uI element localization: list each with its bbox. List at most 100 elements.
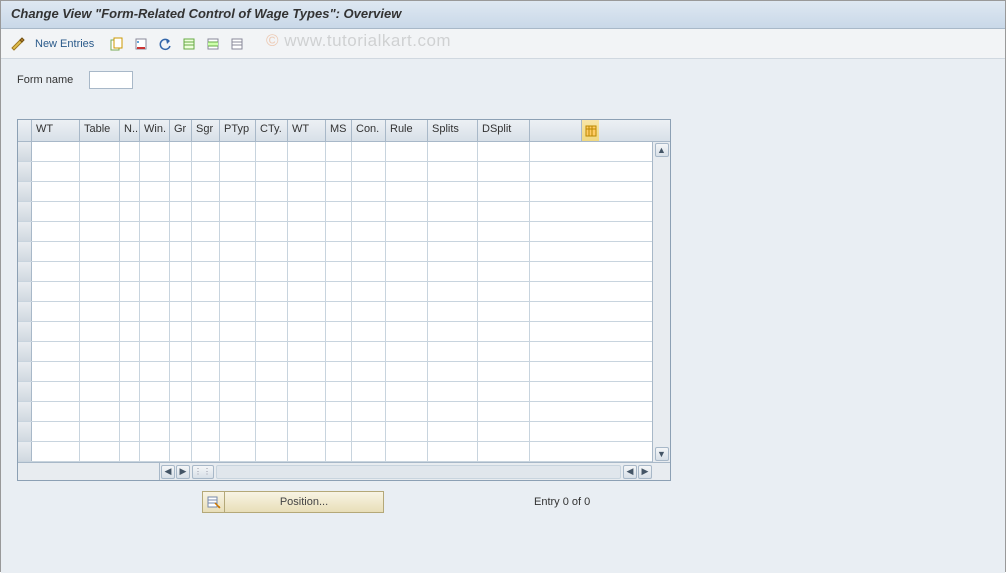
cell-dsplit[interactable] — [478, 442, 530, 461]
cell-cty[interactable] — [256, 382, 288, 401]
cell-splits[interactable] — [428, 302, 478, 321]
cell-n[interactable] — [120, 262, 140, 281]
cell-wt2[interactable] — [288, 402, 326, 421]
column-header-gr[interactable]: Gr — [170, 120, 192, 141]
cell-cty[interactable] — [256, 202, 288, 221]
cell-rule[interactable] — [386, 222, 428, 241]
cell-dsplit[interactable] — [478, 342, 530, 361]
scroll-up-icon[interactable]: ▲ — [655, 143, 669, 157]
cell-cty[interactable] — [256, 182, 288, 201]
cell-wt2[interactable] — [288, 382, 326, 401]
cell-splits[interactable] — [428, 202, 478, 221]
cell-rule[interactable] — [386, 202, 428, 221]
cell-splits[interactable] — [428, 342, 478, 361]
cell-win[interactable] — [140, 242, 170, 261]
cell-win[interactable] — [140, 202, 170, 221]
cell-splits[interactable] — [428, 222, 478, 241]
cell-splits[interactable] — [428, 162, 478, 181]
cell-ptyp[interactable] — [220, 202, 256, 221]
cell-table[interactable] — [80, 222, 120, 241]
cell-sgr[interactable] — [192, 442, 220, 461]
cell-ptyp[interactable] — [220, 222, 256, 241]
cell-n[interactable] — [120, 242, 140, 261]
cell-table[interactable] — [80, 402, 120, 421]
cell-sgr[interactable] — [192, 402, 220, 421]
cell-con[interactable] — [352, 202, 386, 221]
cell-win[interactable] — [140, 422, 170, 441]
cell-wt2[interactable] — [288, 282, 326, 301]
cell-con[interactable] — [352, 422, 386, 441]
cell-sgr[interactable] — [192, 182, 220, 201]
cell-ptyp[interactable] — [220, 302, 256, 321]
cell-win[interactable] — [140, 322, 170, 341]
cell-table[interactable] — [80, 282, 120, 301]
cell-wt1[interactable] — [32, 322, 80, 341]
cell-ptyp[interactable] — [220, 422, 256, 441]
cell-spare[interactable] — [530, 442, 581, 461]
cell-cty[interactable] — [256, 222, 288, 241]
cell-dsplit[interactable] — [478, 162, 530, 181]
cell-win[interactable] — [140, 182, 170, 201]
cell-table[interactable] — [80, 142, 120, 161]
cell-rule[interactable] — [386, 402, 428, 421]
cell-n[interactable] — [120, 222, 140, 241]
cell-ms[interactable] — [326, 362, 352, 381]
cell-con[interactable] — [352, 182, 386, 201]
cell-gr[interactable] — [170, 442, 192, 461]
cell-table[interactable] — [80, 322, 120, 341]
cell-table[interactable] — [80, 202, 120, 221]
cell-n[interactable] — [120, 442, 140, 461]
hscroll-left-icon[interactable]: ◀ — [161, 465, 175, 479]
cell-wt1[interactable] — [32, 302, 80, 321]
row-selector[interactable] — [18, 402, 32, 421]
cell-ptyp[interactable] — [220, 402, 256, 421]
cell-cty[interactable] — [256, 162, 288, 181]
cell-cty[interactable] — [256, 142, 288, 161]
cell-wt2[interactable] — [288, 262, 326, 281]
deselect-all-icon[interactable] — [228, 35, 246, 53]
cell-spare[interactable] — [530, 162, 581, 181]
cell-ptyp[interactable] — [220, 182, 256, 201]
cell-cty[interactable] — [256, 302, 288, 321]
cell-ms[interactable] — [326, 442, 352, 461]
cell-splits[interactable] — [428, 142, 478, 161]
cell-sgr[interactable] — [192, 222, 220, 241]
cell-n[interactable] — [120, 302, 140, 321]
row-selector[interactable] — [18, 182, 32, 201]
cell-splits[interactable] — [428, 322, 478, 341]
cell-wt1[interactable] — [32, 262, 80, 281]
position-button[interactable]: Position... — [224, 491, 384, 513]
cell-wt2[interactable] — [288, 362, 326, 381]
row-selector[interactable] — [18, 262, 32, 281]
column-header-table[interactable]: Table — [80, 120, 120, 141]
cell-dsplit[interactable] — [478, 382, 530, 401]
cell-ms[interactable] — [326, 202, 352, 221]
cell-sgr[interactable] — [192, 362, 220, 381]
cell-win[interactable] — [140, 442, 170, 461]
cell-n[interactable] — [120, 362, 140, 381]
cell-gr[interactable] — [170, 342, 192, 361]
cell-spare[interactable] — [530, 222, 581, 241]
cell-n[interactable] — [120, 162, 140, 181]
cell-ms[interactable] — [326, 422, 352, 441]
cell-spare[interactable] — [530, 382, 581, 401]
select-block-icon[interactable] — [204, 35, 222, 53]
cell-rule[interactable] — [386, 442, 428, 461]
column-header-dsplit[interactable]: DSplit — [478, 120, 530, 141]
cell-rule[interactable] — [386, 342, 428, 361]
cell-con[interactable] — [352, 242, 386, 261]
cell-table[interactable] — [80, 302, 120, 321]
column-header-rule[interactable]: Rule — [386, 120, 428, 141]
cell-wt1[interactable] — [32, 382, 80, 401]
cell-ms[interactable] — [326, 222, 352, 241]
cell-gr[interactable] — [170, 302, 192, 321]
cell-ptyp[interactable] — [220, 162, 256, 181]
cell-gr[interactable] — [170, 362, 192, 381]
row-selector[interactable] — [18, 442, 32, 461]
row-selector[interactable] — [18, 202, 32, 221]
cell-con[interactable] — [352, 162, 386, 181]
cell-table[interactable] — [80, 182, 120, 201]
cell-rule[interactable] — [386, 382, 428, 401]
row-selector[interactable] — [18, 142, 32, 161]
cell-ptyp[interactable] — [220, 142, 256, 161]
